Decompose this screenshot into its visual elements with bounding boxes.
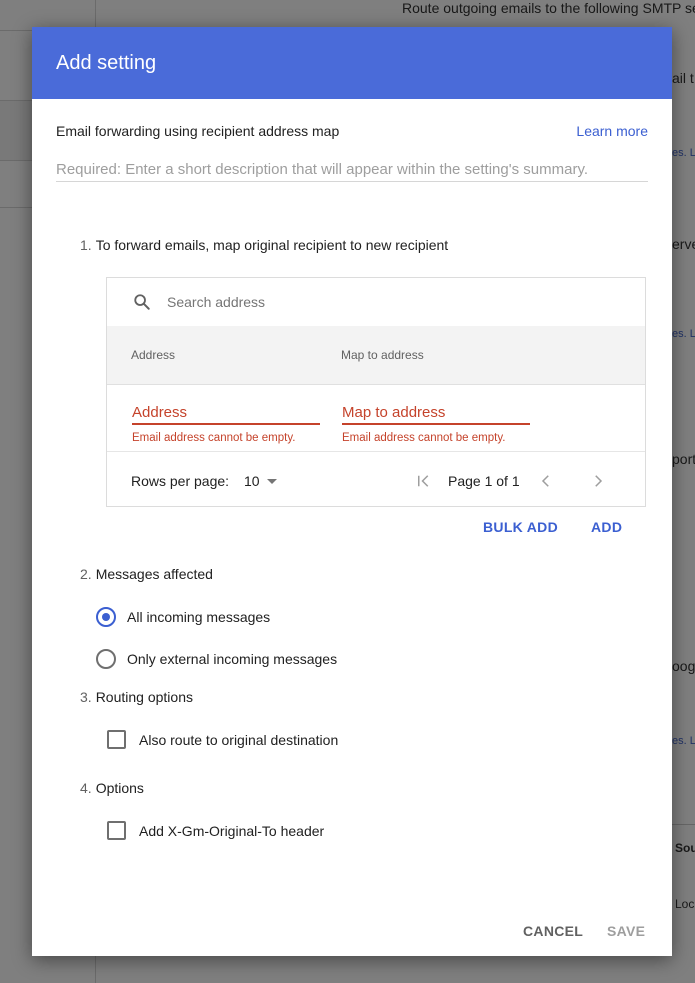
- section-2-title: 2. Messages affected: [80, 566, 213, 582]
- cancel-button[interactable]: CANCEL: [523, 923, 583, 939]
- address-map-table: Address Map to address Email address can…: [106, 277, 646, 507]
- checkbox-label: Also route to original destination: [139, 731, 339, 748]
- section-title-text: Messages affected: [95, 566, 213, 582]
- section-3-title: 3. Routing options: [80, 689, 193, 705]
- save-button[interactable]: SAVE: [607, 923, 645, 939]
- table-edit-row: Email address cannot be empty. Email add…: [107, 385, 645, 452]
- rows-per-page-label: Rows per page:: [131, 473, 230, 489]
- dialog-title: Add setting: [56, 51, 157, 74]
- radio-all-incoming[interactable]: All incoming messages: [96, 607, 270, 627]
- bulk-add-button[interactable]: BULK ADD: [483, 519, 558, 535]
- search-address-input[interactable]: [167, 292, 607, 312]
- radio-unselected-icon[interactable]: [96, 649, 116, 669]
- address-input[interactable]: [132, 401, 320, 425]
- description-input[interactable]: [56, 157, 648, 182]
- radio-label: All incoming messages: [127, 609, 271, 625]
- section-number: 4.: [80, 780, 92, 796]
- checkbox-icon[interactable]: [107, 730, 126, 749]
- section-number: 1.: [80, 237, 92, 253]
- radio-label: Only external incoming messages: [127, 651, 338, 667]
- radio-only-external[interactable]: Only external incoming messages: [96, 649, 337, 669]
- setting-name: Email forwarding using recipient address…: [56, 123, 340, 139]
- map-to-address-error-message: Email address cannot be empty.: [342, 432, 506, 444]
- radio-selected-icon[interactable]: [96, 607, 116, 627]
- section-4-title: 4. Options: [80, 780, 144, 796]
- table-header-row: Address Map to address: [107, 326, 645, 385]
- checkbox-route-original[interactable]: Also route to original destination: [107, 730, 338, 749]
- setting-name-row: Email forwarding using recipient address…: [56, 123, 648, 143]
- dropdown-caret-icon[interactable]: [267, 479, 277, 484]
- add-setting-dialog: Add setting Email forwarding using recip…: [32, 27, 672, 956]
- column-header-map-to-address: Map to address: [341, 348, 424, 362]
- address-field-group: Email address cannot be empty.: [132, 401, 320, 444]
- pagination-row: Rows per page: 10 Page 1 of 1: [107, 452, 645, 508]
- checkbox-label: Add X-Gm-Original-To header: [139, 822, 325, 839]
- section-number: 2.: [80, 566, 92, 582]
- search-icon: [134, 294, 150, 310]
- rows-per-page-select[interactable]: 10: [244, 473, 260, 489]
- section-title-text: Options: [95, 780, 144, 796]
- map-to-address-input[interactable]: [342, 401, 530, 425]
- section-title-text: To forward emails, map original recipien…: [95, 237, 449, 253]
- column-header-address: Address: [131, 348, 176, 362]
- next-page-icon[interactable]: [589, 472, 607, 490]
- add-button[interactable]: ADD: [591, 519, 622, 535]
- map-to-address-field-group: Email address cannot be empty.: [342, 401, 530, 444]
- section-title-text: Routing options: [95, 689, 193, 705]
- checkbox-icon[interactable]: [107, 821, 126, 840]
- learn-more-link[interactable]: Learn more: [576, 123, 648, 139]
- dialog-header: Add setting: [32, 27, 672, 99]
- address-error-message: Email address cannot be empty.: [132, 432, 296, 444]
- first-page-icon[interactable]: [415, 472, 433, 490]
- section-1-title: 1. To forward emails, map original recipi…: [80, 237, 448, 253]
- page-indicator: Page 1 of 1: [448, 473, 520, 489]
- previous-page-icon[interactable]: [537, 472, 555, 490]
- section-number: 3.: [80, 689, 92, 705]
- search-row: [107, 278, 645, 327]
- checkbox-x-gm-original-to[interactable]: Add X-Gm-Original-To header: [107, 821, 324, 840]
